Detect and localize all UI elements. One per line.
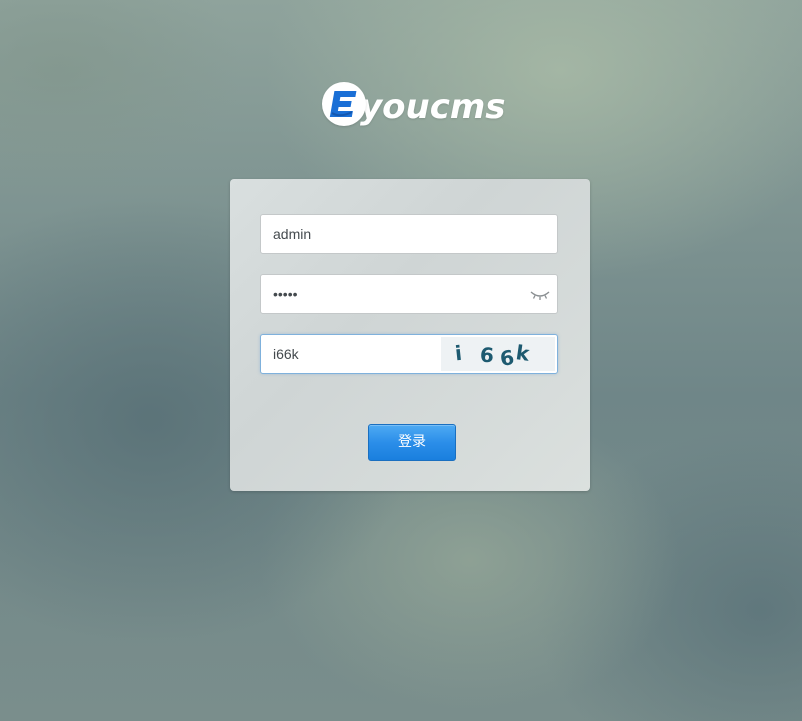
password-field[interactable] bbox=[260, 274, 558, 314]
captcha-field[interactable]: i 6 6 k bbox=[260, 334, 558, 374]
password-input[interactable] bbox=[261, 275, 557, 313]
eye-closed-icon[interactable] bbox=[529, 288, 551, 302]
captcha-image[interactable]: i 6 6 k bbox=[441, 337, 555, 371]
logo: youcms bbox=[322, 80, 506, 128]
username-field[interactable] bbox=[260, 214, 558, 254]
login-panel: i 6 6 k 登录 bbox=[230, 179, 590, 491]
logo-text: youcms bbox=[360, 87, 506, 127]
login-button[interactable]: 登录 bbox=[368, 424, 456, 461]
username-input[interactable] bbox=[261, 215, 557, 253]
logo-e-icon bbox=[329, 91, 357, 117]
captcha-char: k bbox=[514, 340, 531, 366]
logo-badge bbox=[322, 82, 366, 126]
captcha-char: 6 bbox=[479, 342, 495, 368]
captcha-char: 6 bbox=[498, 344, 516, 372]
captcha-char: i bbox=[453, 340, 464, 366]
captcha-input[interactable] bbox=[261, 335, 441, 373]
